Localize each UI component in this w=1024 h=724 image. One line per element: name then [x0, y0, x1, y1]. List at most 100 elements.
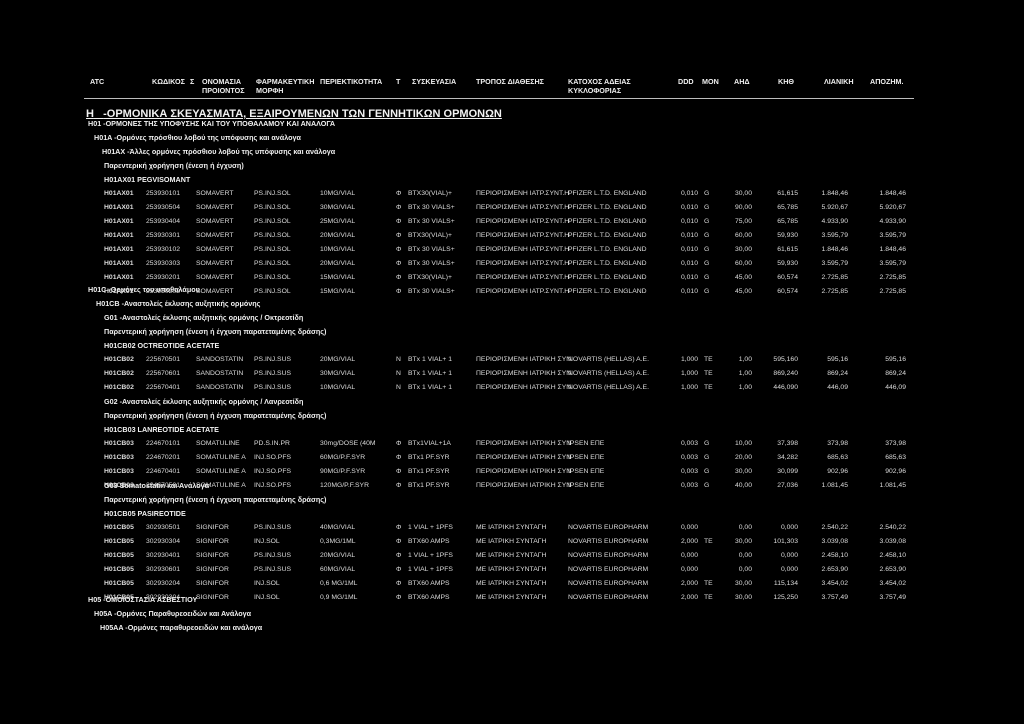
- cell-code: 253930201: [146, 274, 181, 281]
- table-row: H01CB03 224670201 SOMATULINE A INJ.SO.PFS 60…: [0, 451, 1024, 465]
- cell-mon: TE: [704, 538, 713, 545]
- cell-ddd: 1,000: [680, 356, 698, 363]
- cell-ahd: 0,00: [738, 566, 752, 573]
- cell-holder: PFIZER L.T.D. ENGLAND: [568, 246, 647, 253]
- cell-holder: PFIZER L.T.D. ENGLAND: [568, 204, 647, 211]
- cell-dispense: ΠΕΡΙΟΡΙΣΜΕΝΗ ΙΑΤΡ.ΣΥΝΤ.Η: [476, 204, 570, 211]
- group-heading: Παρεντερική χορήγηση (ένεση ή έγχυση παρ…: [104, 327, 327, 336]
- cell-retail: 3.454,02: [821, 580, 848, 587]
- cell-holder: PFIZER L.T.D. ENGLAND: [568, 260, 647, 267]
- group-heading: H05AA -Ορμόνες παραθυρεοειδών και ανάλογ…: [100, 623, 263, 632]
- cell-dispense: ΜΕ ΙΑΤΡΙΚΗ ΣΥΝΤΑΓΗ: [476, 580, 547, 587]
- cell-mon: TE: [704, 356, 713, 363]
- cell-dispense: ΠΕΡΙΟΡΙΣΜΕΝΗ ΙΑΤΡΙΚΗ ΣΥΝ: [476, 454, 572, 461]
- cell-form: INJ.SO.PFS: [254, 454, 292, 461]
- cell-name: SOMATULINE A: [196, 482, 246, 489]
- cell-ahd: 30,00: [734, 246, 752, 253]
- cell-t: Φ: [396, 454, 402, 461]
- cell-name: SOMAVERT: [196, 274, 234, 281]
- cell-code: 253930102: [146, 246, 181, 253]
- cell-ahd: 0,00: [738, 552, 752, 559]
- cell-holder: IPSEN ΕΠΕ: [568, 482, 605, 489]
- cell-retail: 3.595,79: [821, 232, 848, 239]
- cell-content: 20MG/VIAL: [320, 232, 356, 239]
- cell-dispense: ΜΕ ΙΑΤΡΙΚΗ ΣΥΝΤΑΓΗ: [476, 524, 547, 531]
- cell-ddd: 0,000: [680, 566, 698, 573]
- cell-khth: 0,000: [780, 552, 798, 559]
- cell-atc: H01AX01: [104, 204, 134, 211]
- cell-code: 302930304: [146, 538, 181, 545]
- cell-name: SOMAVERT: [196, 218, 234, 225]
- cell-form: PS.INJ.SOL: [254, 260, 291, 267]
- cell-name: SIGNIFOR: [196, 566, 229, 573]
- cell-ddd: 1,000: [680, 384, 698, 391]
- cell-dispense: ΜΕ ΙΑΤΡΙΚΗ ΣΥΝΤΑΓΗ: [476, 538, 547, 545]
- cell-name: SIGNIFOR: [196, 524, 229, 531]
- cell-ahd: 30,00: [734, 190, 752, 197]
- cell-content: 20MG/VIAL: [320, 356, 356, 363]
- cell-atc: H01CB05: [104, 538, 134, 545]
- cell-atc: H01CB05: [104, 524, 134, 531]
- cell-ahd: 30,00: [734, 468, 752, 475]
- cell-code: 302930401: [146, 552, 181, 559]
- header-ddd: DDD: [678, 77, 694, 86]
- cell-form: INJ.SOL: [254, 580, 280, 587]
- cell-ddd: 0,010: [680, 260, 698, 267]
- cell-mon: G: [704, 454, 710, 461]
- cell-pack: BTx1VIAL+1A: [408, 440, 451, 447]
- cell-t: Φ: [396, 580, 402, 587]
- table-row: H01CB03 224670501 SOMATULINE A INJ.SO.PFS 12…: [0, 479, 1024, 493]
- cell-refund: 685,63: [885, 454, 906, 461]
- cell-refund: 869,24: [885, 370, 906, 377]
- cell-atc: H01AX01: [104, 232, 134, 239]
- cell-content: 60MG/P.F.SYR: [320, 454, 366, 461]
- cell-ddd: 1,000: [680, 370, 698, 377]
- cell-form: INJ.SOL: [254, 594, 280, 601]
- cell-khth: 34,282: [777, 454, 798, 461]
- cell-content: 10MG/VIAL: [320, 190, 356, 197]
- cell-ddd: 0,010: [680, 246, 698, 253]
- cell-name: SOMATULINE A: [196, 468, 246, 475]
- header-pack: ΣΥΣΚΕΥΑΣΙΑ: [412, 77, 457, 86]
- cell-form: INJ.SO.PFS: [254, 468, 292, 475]
- cell-content: 0,3MG/1ML: [320, 538, 356, 545]
- cell-retail: 685,63: [827, 454, 848, 461]
- cell-t: Φ: [396, 538, 402, 545]
- cell-mon: G: [704, 274, 710, 281]
- cell-dispense: ΜΕ ΙΑΤΡΙΚΗ ΣΥΝΤΑΓΗ: [476, 594, 547, 601]
- cell-form: PS.INJ.SUS: [254, 552, 292, 559]
- cell-pack: BTX60 AMPS: [408, 594, 450, 601]
- cell-mon: G: [704, 482, 710, 489]
- cell-retail: 2.540,22: [821, 524, 848, 531]
- table-row: H01CB05 302930601 SIGNIFOR PS.INJ.SUS 60MG/V…: [0, 563, 1024, 577]
- group-heading: Παρεντερική χορήγηση (ένεση ή έγχυση παρ…: [104, 495, 327, 504]
- group-heading: G01 -Αναστολείς έκλυσης αυξητικής ορμόνη…: [104, 313, 304, 322]
- cell-retail: 1.848,46: [821, 190, 848, 197]
- cell-retail: 373,98: [827, 440, 848, 447]
- cell-code: 225670401: [146, 384, 181, 391]
- cell-form: PS.INJ.SOL: [254, 288, 291, 295]
- table-row: H01AX01 253930101 SOMAVERT PS.INJ.SOL 10MG/V…: [0, 187, 1024, 201]
- cell-mon: G: [704, 204, 710, 211]
- cell-holder: PFIZER L.T.D. ENGLAND: [568, 190, 647, 197]
- cell-atc: H01CB03: [104, 454, 134, 461]
- table-row: H01AX01 253930301 SOMAVERT PS.INJ.SOL 20MG/V…: [0, 229, 1024, 243]
- cell-retail: 2.458,10: [821, 552, 848, 559]
- cell-refund: 3.595,79: [879, 232, 906, 239]
- cell-retail: 446,09: [827, 384, 848, 391]
- cell-refund: 446,09: [885, 384, 906, 391]
- cell-t: Φ: [396, 218, 402, 225]
- header-refund: ΑΠΟΖΗΜ.: [870, 77, 904, 86]
- group-heading: Παρεντερική χορήγηση (ένεση ή έγχυση): [104, 161, 244, 170]
- cell-code: 224670201: [146, 454, 181, 461]
- cell-retail: 2.725,85: [821, 288, 848, 295]
- cell-dispense: ΠΕΡΙΟΡΙΣΜΕΝΗ ΙΑΤΡΙΚΗ ΣΥΝ: [476, 482, 572, 489]
- cell-retail: 869,24: [827, 370, 848, 377]
- cell-atc: H01CB03: [104, 440, 134, 447]
- cell-content: 30mg/DOSE (40M: [320, 440, 376, 447]
- cell-form: PD.S.IN.PR: [254, 440, 290, 447]
- cell-refund: 902,96: [885, 468, 906, 475]
- cell-khth: 59,930: [777, 232, 798, 239]
- cell-retail: 595,16: [827, 356, 848, 363]
- cell-content: 20MG/VIAL: [320, 552, 356, 559]
